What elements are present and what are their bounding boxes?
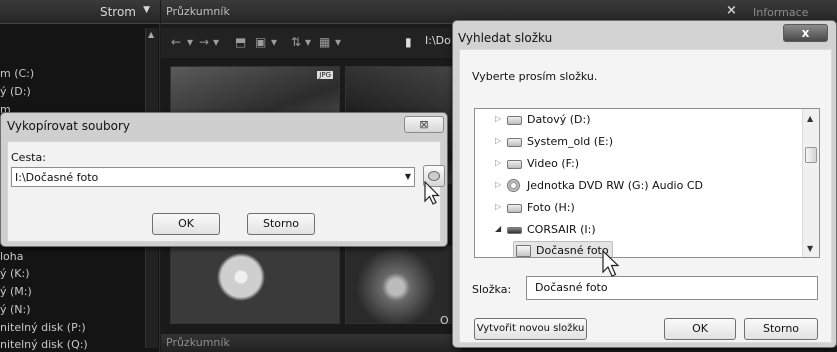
folder-name-value: Dočasné foto: [535, 281, 608, 294]
tree-panel-title: Strom: [99, 5, 136, 19]
drive-icon: [507, 138, 522, 147]
scrollbar-thumb[interactable]: [805, 147, 817, 163]
expand-icon[interactable]: ▷: [495, 136, 501, 145]
tree-item-label: CORSAIR (I:): [527, 223, 596, 236]
photo-thumbnail[interactable]: [170, 246, 340, 324]
drive-icon: [507, 204, 522, 213]
mouse-cursor-icon: [424, 181, 440, 205]
partial-label: O: [440, 314, 449, 327]
browse-folder-dialog: Vyhledat složku x Vyberte prosím složku.…: [452, 20, 837, 348]
dialog-title: Vykopírovat soubory: [7, 119, 130, 133]
tree-item[interactable]: ý (D:): [0, 85, 145, 98]
folder-label: Složka:: [472, 283, 512, 296]
chevron-down-icon[interactable]: ▾: [271, 35, 277, 49]
view-grid-icon[interactable]: ▦: [319, 35, 330, 49]
mouse-cursor-icon: [602, 250, 620, 277]
expand-icon[interactable]: ▷: [495, 158, 501, 167]
cancel-button[interactable]: Storno: [744, 318, 818, 340]
explorer-bottom-title: Průzkumník: [166, 336, 230, 349]
path-label: Cesta:: [11, 151, 46, 164]
tree-item-label: Dočasné foto: [536, 244, 609, 257]
usb-drive-icon: [507, 227, 522, 234]
info-panel-title[interactable]: Informace: [753, 6, 808, 19]
close-button[interactable]: ⊠: [404, 116, 444, 133]
expand-icon[interactable]: ▷: [495, 202, 501, 211]
scroll-up-icon[interactable]: ▲: [148, 30, 154, 39]
folder-tree[interactable]: ▷ Datový (D:) ▷ System_old (E:) ▷ Video …: [474, 108, 820, 258]
path-combobox[interactable]: I:\Dočasné foto ▼: [11, 167, 415, 187]
expand-icon[interactable]: ▷: [495, 180, 501, 189]
tree-item-dvd[interactable]: ▷ Jednotka DVD RW (G:) Audio CD: [495, 177, 755, 197]
tree-item-corsair[interactable]: ◢ CORSAIR (I:): [495, 221, 695, 241]
ok-button[interactable]: OK: [152, 213, 220, 235]
tree-item-foto[interactable]: ▷ Foto (H:): [495, 199, 695, 219]
tree-item-label: Jednotka DVD RW (G:) Audio CD: [527, 179, 703, 192]
tree-item[interactable]: ý (M:): [0, 285, 145, 298]
scroll-down-icon[interactable]: ▼: [807, 244, 813, 253]
tree-item-label: Foto (H:): [527, 201, 575, 214]
tree-item[interactable]: nitelný disk (P:): [0, 321, 145, 334]
tree-item-video[interactable]: ▷ Video (F:): [495, 155, 695, 175]
path-value: I:\Dočasné foto: [15, 171, 99, 184]
chevron-down-icon[interactable]: ▼: [143, 5, 150, 15]
forward-icon[interactable]: →: [199, 35, 209, 49]
chevron-down-icon[interactable]: ▾: [213, 35, 219, 49]
close-button[interactable]: x: [783, 24, 828, 42]
dialog-title: Vyhledat složku: [458, 31, 553, 45]
drive-icon: [507, 160, 522, 169]
tree-item-docasne-foto[interactable]: Dočasné foto: [513, 241, 613, 257]
tree-item-label: Video (F:): [527, 157, 580, 170]
tree-item[interactable]: nitelný disk (Q:): [0, 338, 145, 351]
jpg-badge: JPG: [317, 71, 333, 79]
drive-icon: [507, 116, 522, 125]
chevron-down-icon[interactable]: ▾: [187, 35, 193, 49]
browse-icon: [428, 171, 440, 181]
dialog-body: Vyberte prosím složku. ▷ Datový (D:) ▷ S…: [459, 49, 832, 343]
tree-panel-header[interactable]: Strom ▼: [0, 0, 160, 24]
chevron-down-icon[interactable]: ▾: [335, 35, 341, 49]
chevron-down-icon[interactable]: ▼: [405, 172, 411, 181]
back-icon[interactable]: ←: [171, 35, 181, 49]
photo-thumbnail[interactable]: [345, 246, 457, 324]
tree-scrollbar[interactable]: ▲ ▼: [802, 109, 819, 257]
scroll-up-icon[interactable]: ▲: [807, 114, 813, 123]
close-icon[interactable]: ×: [726, 3, 737, 18]
cancel-button[interactable]: Storno: [247, 213, 315, 235]
folder-icon[interactable]: ▣: [255, 35, 266, 49]
tree-item[interactable]: ý (N:): [0, 303, 145, 316]
tree-item[interactable]: ý (K:): [0, 267, 145, 280]
folder-name-field[interactable]: Dočasné foto: [526, 276, 818, 300]
dialog-prompt: Vyberte prosím složku.: [472, 70, 598, 83]
collapse-icon[interactable]: ◢: [495, 224, 501, 233]
chevron-down-icon[interactable]: ▾: [305, 35, 311, 49]
tree-item-label: Datový (D:): [527, 113, 591, 126]
dialog-body: Cesta: I:\Dočasné foto ▼ OK Storno: [7, 141, 445, 242]
cd-icon: [507, 179, 520, 192]
explorer-toolbar: ← ▾ → ▾ ⬒ ▣ ▾ ⇅ ▾ ▦ ▾ ▮: [161, 28, 461, 58]
tree-item-datovy[interactable]: ▷ Datový (D:): [495, 111, 695, 131]
folder-icon: [516, 245, 531, 257]
ok-button[interactable]: OK: [664, 318, 736, 340]
new-folder-button[interactable]: Vytvořit novou složku: [474, 318, 587, 340]
tree-item[interactable]: m (C:): [0, 67, 145, 80]
tree-item-system-old[interactable]: ▷ System_old (E:): [495, 133, 695, 153]
sort-icon[interactable]: ⇅: [291, 35, 301, 49]
drive-icon: ▮: [405, 35, 412, 49]
copy-files-dialog: Vykopírovat soubory ⊠ Cesta: I:\Dočasné …: [0, 112, 448, 247]
explorer-bottom-header: Průzkumník: [161, 334, 461, 352]
expand-icon[interactable]: ▷: [495, 114, 501, 123]
tree-item[interactable]: loha: [0, 250, 145, 263]
folder-up-icon[interactable]: ⬒: [235, 35, 246, 49]
tree-item-label: System_old (E:): [527, 135, 614, 148]
explorer-title: Průzkumník: [166, 5, 230, 18]
